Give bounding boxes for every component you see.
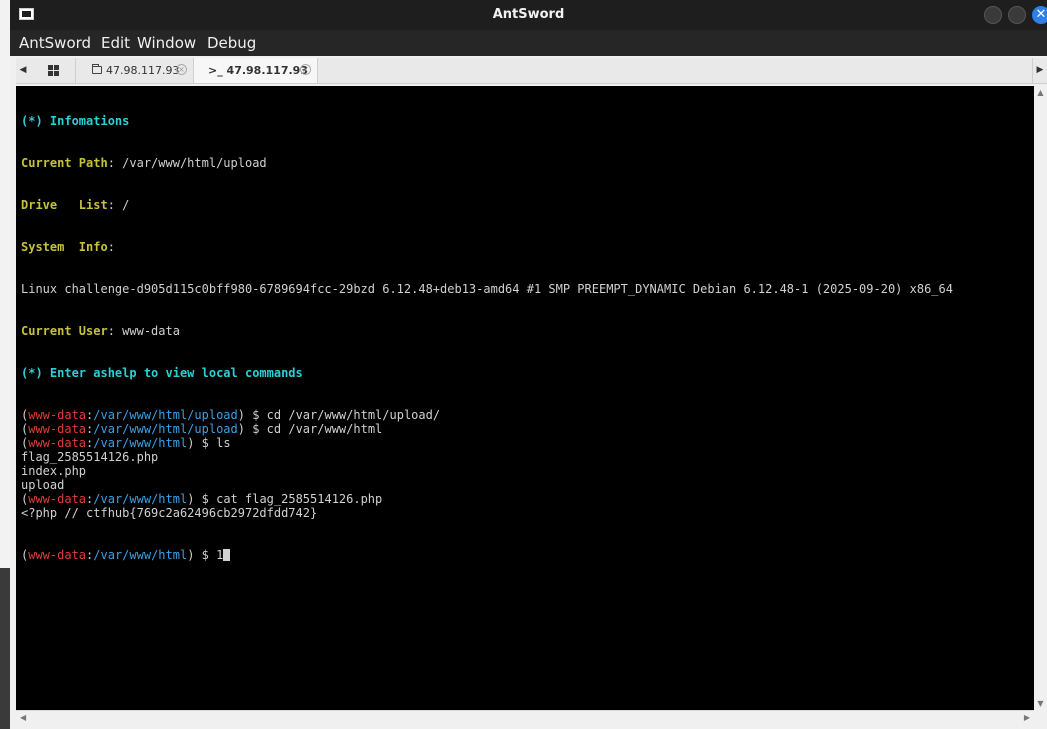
antsword-window: AntSword ✕ AntSword Edit Window Debug ◀ … [10, 0, 1047, 729]
info-header: (*) Infomations [21, 114, 130, 128]
command-history: (www-data:/var/www/html/upload) $ cd /va… [21, 408, 1034, 520]
command-text: cd /var/www/html [266, 422, 383, 436]
command-input[interactable]: 1 [216, 548, 223, 562]
prompt-user: www-data [28, 492, 87, 506]
menu-window[interactable]: Window [137, 34, 196, 52]
command-line: (www-data:/var/www/html/upload) $ cd /va… [21, 422, 383, 436]
command-text: cd /var/www/html/upload/ [266, 408, 441, 422]
command-line: (www-data:/var/www/html) $ cat flag_2585… [21, 492, 383, 506]
scrollbar-corner [1034, 710, 1047, 725]
tab-terminal[interactable]: >_ 47.98.117.93 × [194, 58, 318, 83]
current-path-key: Current Path [21, 156, 108, 170]
prompt-path: /var/www/html/upload [93, 408, 238, 422]
command-line: (www-data:/var/www/html) $ ls [21, 436, 231, 450]
tab-scroll-left-button[interactable]: ◀ [16, 58, 31, 83]
tab-file-manager-label: 47.98.117.93 [106, 64, 180, 77]
command-output: <?php // ctfhub{769c2a62496cb2972dfdd742… [21, 506, 318, 520]
tab-scroll-right-button[interactable]: ▶ [1032, 58, 1047, 83]
command-text: ls [216, 436, 231, 450]
scroll-right-button[interactable]: ▶ [1024, 713, 1030, 722]
command-output: flag_2585514126.php [21, 450, 159, 464]
folder-icon [92, 64, 102, 74]
current-path-value: /var/www/html/upload [122, 156, 267, 170]
desktop-strip-lower [0, 568, 10, 729]
colon: : [107, 156, 123, 170]
tab-bar: ◀ 47.98.117.93 × >_ 47.98.117.93 × ▶ [16, 58, 1047, 84]
current-user-value: www-data [122, 324, 180, 338]
close-button[interactable]: ✕ [1032, 6, 1047, 24]
current-user-key: Current User [21, 324, 108, 338]
tab-terminal-label: >_ 47.98.117.93 [208, 64, 308, 77]
prompt-path: /var/www/html/upload [93, 422, 238, 436]
command-output: upload [21, 478, 65, 492]
drive-list-key: Drive List [21, 198, 108, 212]
scroll-left-button[interactable]: ◀ [20, 713, 26, 722]
colon: : [107, 324, 123, 338]
menu-bar: AntSword Edit Window Debug [10, 30, 1047, 56]
command-output: index.php [21, 464, 87, 478]
scroll-up-button[interactable]: ▲ [1034, 88, 1047, 97]
prompt-path: /var/www/html [93, 436, 188, 450]
prompt-user: www-data [28, 436, 87, 450]
vertical-scrollbar[interactable]: ▲ ▼ [1034, 86, 1047, 710]
system-info-key: System Info [21, 240, 108, 254]
terminal-output[interactable]: (*) Infomations Current Path: /var/www/h… [16, 86, 1034, 710]
command-line: (www-data:/var/www/html/upload) $ cd /va… [21, 408, 441, 422]
window-title: AntSword [492, 7, 565, 22]
tab-file-manager-close-icon[interactable]: × [176, 64, 187, 75]
system-info-value: Linux challenge-d905d115c0bff980-6789694… [21, 282, 953, 296]
drive-list-value: / [122, 198, 130, 212]
grid-icon [48, 65, 59, 76]
active-prompt-line[interactable]: (www-data:/var/www/html) $ 1 [21, 548, 1034, 562]
menu-debug[interactable]: Debug [207, 34, 256, 52]
text-cursor [223, 549, 231, 561]
colon: : [107, 198, 123, 212]
prompt-path: /var/www/html [93, 548, 188, 562]
command-text: cat flag_2585514126.php [216, 492, 383, 506]
prompt-path: /var/www/html [93, 492, 188, 506]
tab-home[interactable] [30, 58, 76, 83]
menu-antsword[interactable]: AntSword [19, 34, 91, 52]
scroll-down-button[interactable]: ▼ [1034, 699, 1047, 708]
minimize-button[interactable] [984, 6, 1002, 24]
help-hint: (*) Enter ashelp to view local commands [21, 366, 303, 380]
horizontal-scrollbar[interactable]: ◀ ▶ [16, 710, 1034, 726]
prompt-user: www-data [28, 548, 87, 562]
maximize-button[interactable] [1008, 6, 1026, 24]
menu-edit[interactable]: Edit [101, 34, 130, 52]
prompt-user: www-data [28, 408, 87, 422]
colon: : [107, 240, 115, 254]
prompt-user: www-data [28, 422, 87, 436]
tab-file-manager[interactable]: 47.98.117.93 × [76, 58, 194, 83]
title-bar[interactable]: AntSword ✕ [10, 0, 1047, 30]
tab-terminal-close-icon[interactable]: × [300, 64, 311, 75]
